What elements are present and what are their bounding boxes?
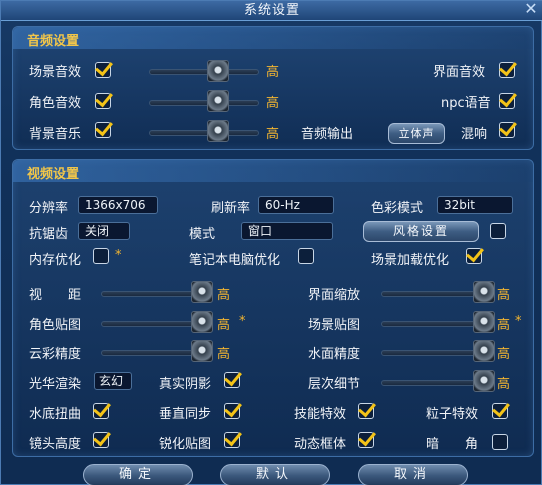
motion-frame-checkbox[interactable] [358, 432, 374, 448]
resolution-select[interactable]: 1366x706 [78, 196, 158, 214]
video-section-title: 视频设置 [27, 167, 80, 182]
audio-output-label: 音频输出 [301, 127, 354, 142]
dark-corner-checkbox[interactable] [492, 434, 508, 450]
camera-height-label: 镜头高度 [29, 437, 82, 452]
mode-select[interactable]: 窗口 [241, 222, 333, 240]
scene-sound-label: 场景音效 [29, 65, 82, 80]
ok-button[interactable]: 确定 [83, 464, 193, 485]
water-quality-slider-handle[interactable] [473, 340, 495, 362]
role-sound-label: 角色音效 [29, 96, 82, 111]
role-texture-label: 角色贴图 [29, 318, 82, 333]
scene-sound-checkbox[interactable] [95, 62, 111, 78]
video-section-header [13, 160, 533, 182]
audio-section-title: 音频设置 [27, 34, 80, 49]
color-mode-select[interactable]: 32bit [437, 196, 513, 214]
water-quality-label: 水面精度 [308, 347, 361, 362]
cloud-quality-label: 云彩精度 [29, 347, 82, 362]
particle-effects-label: 粒子特效 [426, 407, 479, 422]
settings-window: 系统设置 ✕ 音频设置 场景音效 高 界面音效 角色音效 高 npc语音 背景音… [0, 0, 542, 485]
style-settings-button[interactable]: 风格设置 [363, 221, 479, 242]
role-texture-star: * [239, 314, 246, 329]
ui-sound-label: 界面音效 [433, 65, 486, 80]
view-distance-level: 高 [217, 288, 231, 303]
role-texture-slider-handle[interactable] [191, 311, 213, 333]
role-sound-slider[interactable] [149, 100, 259, 106]
cloud-quality-level: 高 [217, 347, 231, 362]
bg-music-checkbox[interactable] [95, 122, 111, 138]
bg-music-label: 背景音乐 [29, 127, 82, 142]
resolution-label: 分辨率 [29, 201, 69, 216]
water-quality-level: 高 [497, 347, 511, 362]
reverb-checkbox[interactable] [499, 122, 515, 138]
npc-voice-label: npc语音 [441, 96, 491, 111]
reverb-label: 混响 [461, 127, 488, 142]
bg-music-slider-handle[interactable] [207, 120, 229, 142]
memory-optimize-label: 内存优化 [29, 253, 82, 268]
bloom-select[interactable]: 玄幻 [94, 372, 132, 390]
lod-level: 高 [497, 377, 511, 392]
memory-optimize-star: * [115, 248, 122, 263]
audio-section-header [13, 27, 533, 49]
scene-load-optimize-label: 场景加载优化 [371, 253, 450, 268]
scene-sound-slider[interactable] [149, 69, 259, 75]
role-sound-checkbox[interactable] [95, 93, 111, 109]
npc-voice-checkbox[interactable] [499, 93, 515, 109]
refresh-rate-label: 刷新率 [211, 201, 251, 216]
audio-output-button[interactable]: 立体声 [388, 123, 445, 144]
role-sound-level: 高 [266, 96, 280, 111]
sharpen-texture-checkbox[interactable] [224, 432, 240, 448]
memory-optimize-checkbox[interactable] [93, 248, 109, 264]
role-sound-slider-handle[interactable] [207, 90, 229, 112]
real-shadow-checkbox[interactable] [224, 372, 240, 388]
scene-texture-star: * [515, 314, 522, 329]
mode-label: 模式 [189, 227, 216, 242]
default-button[interactable]: 默认 [220, 464, 330, 485]
anti-aliasing-select[interactable]: 关闭 [78, 222, 130, 240]
style-settings-checkbox[interactable] [490, 223, 506, 239]
laptop-optimize-label: 笔记本电脑优化 [189, 253, 281, 268]
ui-scale-label: 界面缩放 [308, 288, 361, 303]
bloom-label: 光华渲染 [29, 377, 82, 392]
laptop-optimize-checkbox[interactable] [298, 248, 314, 264]
skill-effects-label: 技能特效 [294, 407, 347, 422]
close-icon[interactable]: ✕ [523, 1, 539, 17]
vsync-label: 垂直同步 [159, 407, 212, 422]
lod-slider-handle[interactable] [473, 370, 495, 392]
water-distort-checkbox[interactable] [93, 403, 109, 419]
scene-texture-label: 场景贴图 [308, 318, 361, 333]
refresh-rate-select[interactable]: 60-Hz [258, 196, 334, 214]
vsync-checkbox[interactable] [224, 403, 240, 419]
anti-aliasing-label: 抗锯齿 [29, 227, 69, 242]
bg-music-slider[interactable] [149, 130, 259, 136]
real-shadow-label: 真实阴影 [159, 377, 212, 392]
water-distort-label: 水底扭曲 [29, 407, 82, 422]
scene-texture-slider-handle[interactable] [473, 311, 495, 333]
window-title: 系统设置 [243, 3, 300, 18]
scene-load-optimize-checkbox[interactable] [466, 248, 482, 264]
sharpen-texture-label: 锐化贴图 [159, 437, 212, 452]
lod-label: 层次细节 [308, 377, 361, 392]
dark-corner-label: 暗 角 [426, 437, 479, 452]
scene-texture-level: 高 [497, 318, 511, 333]
particle-effects-checkbox[interactable] [492, 403, 508, 419]
bg-music-level: 高 [266, 127, 280, 142]
skill-effects-checkbox[interactable] [358, 403, 374, 419]
ui-scale-level: 高 [497, 288, 511, 303]
scene-sound-level: 高 [266, 65, 280, 80]
motion-frame-label: 动态框体 [294, 437, 347, 452]
color-mode-label: 色彩模式 [371, 201, 424, 216]
title-bar: 系统设置 [1, 1, 542, 21]
camera-height-checkbox[interactable] [93, 432, 109, 448]
scene-sound-slider-handle[interactable] [207, 60, 229, 82]
cancel-button[interactable]: 取消 [358, 464, 468, 485]
role-texture-level: 高 [217, 318, 231, 333]
cloud-quality-slider-handle[interactable] [191, 340, 213, 362]
ui-sound-checkbox[interactable] [499, 62, 515, 78]
view-distance-label: 视 距 [29, 288, 82, 303]
ui-scale-slider-handle[interactable] [473, 281, 495, 303]
view-distance-slider-handle[interactable] [191, 281, 213, 303]
